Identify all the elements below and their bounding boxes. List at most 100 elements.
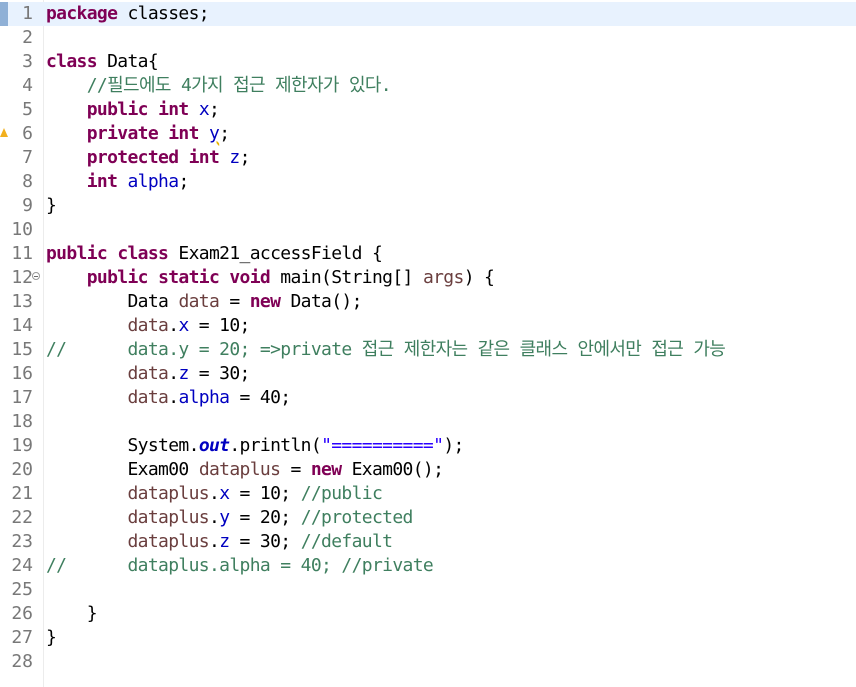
code-text[interactable]: data.z = 30; <box>46 362 251 386</box>
code-line[interactable]: 17 data.alpha = 40; <box>0 386 856 410</box>
code-token: x <box>178 315 189 336</box>
code-text[interactable]: public static void main(String[] args) { <box>46 266 495 290</box>
collapse-fold-icon[interactable] <box>32 272 40 280</box>
code-token: = 10; <box>229 483 301 504</box>
code-line[interactable]: 25 <box>0 578 856 602</box>
code-token: alpha <box>127 171 180 192</box>
code-token: } <box>46 603 98 624</box>
code-text[interactable]: package classes; <box>46 2 210 26</box>
code-text[interactable]: // dataplus.alpha = 40; //private <box>46 554 434 578</box>
code-line[interactable]: 6 private int y; <box>0 122 856 146</box>
code-token: x <box>198 99 210 120</box>
code-line[interactable]: 10 <box>0 218 856 242</box>
code-token: . <box>168 315 179 336</box>
code-token: //public <box>300 483 383 504</box>
code-token: dataplus <box>127 507 210 528</box>
code-text[interactable]: // data.y = 20; =>private 접근 제한자는 같은 클래스… <box>46 338 726 362</box>
code-line[interactable]: 13 Data data = new Data(); <box>0 290 856 314</box>
code-token: data <box>127 387 169 408</box>
code-text[interactable]: Data data = new Data(); <box>46 290 362 314</box>
code-text[interactable]: } <box>46 626 57 650</box>
code-token: alpha <box>178 387 230 408</box>
code-token: new <box>310 459 342 480</box>
code-text[interactable]: public class Exam21_accessField { <box>46 242 383 266</box>
code-text[interactable]: protected int z; <box>46 146 251 170</box>
code-token: class <box>46 51 98 72</box>
code-line[interactable]: 22 dataplus.y = 20; //protected <box>0 506 856 530</box>
code-line[interactable]: 23 dataplus.z = 30; //default <box>0 530 856 554</box>
code-line[interactable]: 18 <box>0 410 856 434</box>
code-line[interactable]: 16 data.z = 30; <box>0 362 856 386</box>
code-line[interactable]: 24 // dataplus.alpha = 40; //private <box>0 554 856 578</box>
code-text[interactable]: dataplus.x = 10; //public <box>46 482 383 506</box>
code-text[interactable]: } <box>46 194 57 218</box>
code-token: dataplus <box>127 483 210 504</box>
code-token: args <box>422 267 464 288</box>
code-text[interactable]: class Data{ <box>46 50 159 74</box>
code-text[interactable]: data.alpha = 40; <box>46 386 292 410</box>
code-line[interactable]: 9} <box>0 194 856 218</box>
line-number: 14 <box>11 315 33 336</box>
code-text[interactable]: data.x = 10; <box>46 314 251 338</box>
code-text[interactable]: public int x; <box>46 98 220 122</box>
code-token: ); <box>443 435 464 456</box>
code-token: = <box>280 459 311 480</box>
line-number: 3 <box>22 51 33 72</box>
code-line[interactable]: 2 <box>0 26 856 50</box>
code-text[interactable]: Exam00 dataplus = new Exam00(); <box>46 458 443 482</box>
code-line[interactable]: 15 // data.y = 20; =>private 접근 제한자는 같은 클… <box>0 338 856 362</box>
line-number: 1 <box>22 3 33 24</box>
code-token: y <box>209 123 220 144</box>
code-line[interactable]: 3 class Data{ <box>0 50 856 74</box>
line-number: 28 <box>11 651 33 672</box>
code-line[interactable]: 11 public class Exam21_accessField { <box>0 242 856 266</box>
code-line[interactable]: 4 //필드에도 4가지 접근 제한자가 있다. <box>0 74 856 98</box>
code-line[interactable]: 26 } <box>0 602 856 626</box>
code-token: x <box>219 483 230 504</box>
line-number: 6 <box>22 123 33 144</box>
code-editor[interactable]: 1 package classes; 2 3 class Data{4 //필드에도 4… <box>0 0 856 687</box>
code-line[interactable]: 19 System.out.println("=========="); <box>0 434 856 458</box>
code-token: . <box>168 387 179 408</box>
code-text[interactable]: System.out.println("=========="); <box>46 434 464 458</box>
code-text[interactable]: dataplus.y = 20; //protected <box>46 506 414 530</box>
code-token: .println( <box>229 435 322 456</box>
code-token: = <box>219 291 250 312</box>
code-line[interactable]: 12 public static void main(String[] args… <box>0 266 856 290</box>
line-number: 2 <box>22 27 33 48</box>
code-token: . <box>209 507 220 528</box>
line-number: 4 <box>22 75 33 96</box>
code-line[interactable]: 7 protected int z; <box>0 146 856 170</box>
code-line[interactable]: 28 <box>0 650 856 674</box>
code-line[interactable]: 20 Exam00 dataplus = new Exam00(); <box>0 458 856 482</box>
code-token: int <box>188 147 220 168</box>
code-line[interactable]: 14 data.x = 10; <box>0 314 856 338</box>
code-text[interactable]: dataplus.z = 30; //default <box>46 530 394 554</box>
code-text[interactable]: int alpha; <box>46 170 190 194</box>
code-line[interactable]: 21 dataplus.x = 10; //public <box>0 482 856 506</box>
code-token: package <box>46 3 118 24</box>
code-text[interactable]: } <box>46 602 98 626</box>
code-token: // data.y = 20; =>private 접근 제한자는 같은 클래스… <box>46 339 726 360</box>
code-token: = 20; <box>229 507 301 528</box>
code-token: new <box>249 291 281 312</box>
line-number: 10 <box>11 219 33 240</box>
code-line[interactable]: 8 int alpha; <box>0 170 856 194</box>
code-text[interactable]: private int y; <box>46 122 230 146</box>
line-number: 26 <box>11 603 33 624</box>
code-token: // dataplus.alpha = 40; //private <box>46 555 434 576</box>
code-line[interactable]: 27} <box>0 626 856 650</box>
line-number: 23 <box>11 531 33 552</box>
code-line[interactable]: 1 package classes; <box>0 2 856 26</box>
code-line[interactable]: 5 public int x; <box>0 98 856 122</box>
line-number: 20 <box>11 459 33 480</box>
code-text[interactable]: //필드에도 4가지 접근 제한자가 있다. <box>46 74 392 98</box>
